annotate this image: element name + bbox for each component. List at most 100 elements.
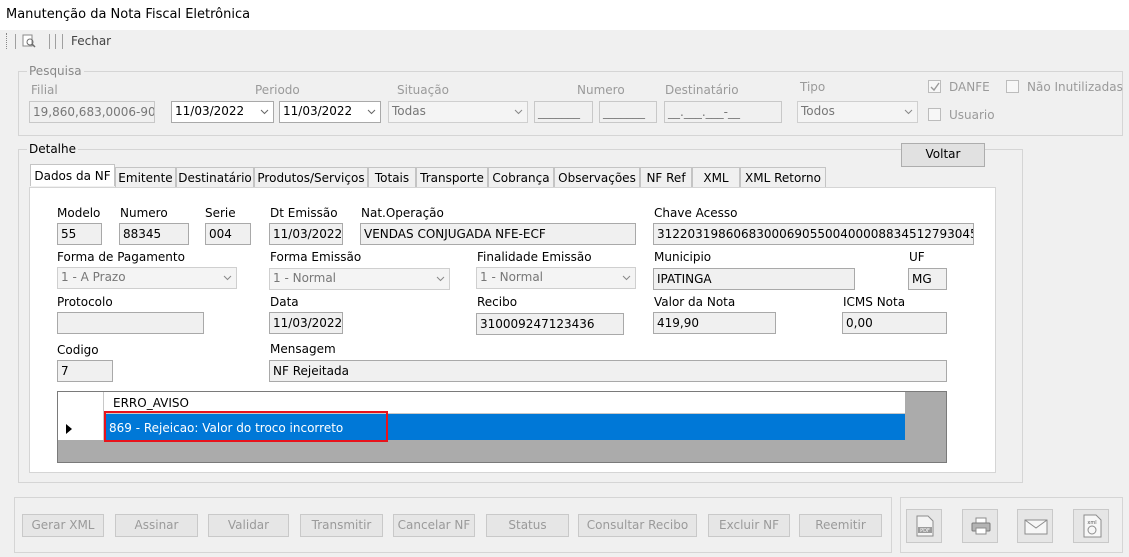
preview-icon[interactable] (22, 34, 36, 48)
valor-nota-label: Valor da Nota (654, 295, 736, 309)
municipio-field[interactable]: IPATINGA (653, 268, 855, 290)
municipio-label: Municipio (654, 250, 712, 264)
validar-button[interactable]: Validar (208, 514, 289, 537)
situacao-value: Todas (392, 104, 426, 118)
toolbar-separator (62, 34, 63, 49)
svg-text:xml: xml (1087, 520, 1096, 526)
serie-field[interactable]: 004 (205, 223, 251, 245)
data-label: Data (270, 295, 299, 309)
periodo-start-date[interactable]: 11/03/2022 (171, 101, 274, 123)
protocolo-label: Protocolo (57, 295, 113, 309)
tab-xml[interactable]: XML (692, 167, 740, 187)
protocolo-field[interactable] (57, 312, 204, 334)
xml-button[interactable]: xml (1073, 509, 1109, 543)
gerar-xml-button[interactable]: Gerar XML (22, 514, 104, 537)
forma-emissao-label: Forma Emissão (270, 250, 362, 264)
chevron-down-icon (367, 105, 376, 115)
toolbar-grip[interactable] (6, 33, 9, 49)
svg-text:PDF: PDF (920, 528, 930, 534)
recibo-field[interactable]: 310009247123436 (476, 313, 624, 335)
numero-label: Numero (120, 206, 168, 220)
assinar-button[interactable]: Assinar (115, 514, 198, 537)
codigo-field[interactable]: 7 (57, 360, 113, 382)
print-button[interactable] (962, 509, 998, 543)
tipo-select[interactable]: Todos (797, 101, 918, 123)
cancelar-nf-button[interactable]: Cancelar NF (393, 514, 475, 537)
filial-field[interactable]: 19,860,683,0006-90 (29, 101, 155, 123)
toolbar-separator (55, 34, 56, 49)
close-button[interactable]: Fechar (71, 34, 111, 48)
chevron-down-icon (260, 105, 269, 115)
tab-destinatario[interactable]: Destinatário (176, 167, 254, 187)
tipo-label: Tipo (800, 80, 826, 94)
email-button[interactable] (1017, 509, 1053, 543)
transmitir-button[interactable]: Transmitir (300, 514, 383, 537)
xml-icon: xml (1081, 514, 1103, 541)
numero-to-field[interactable]: _______ (599, 101, 657, 123)
periodo-end-value: 11/03/2022 (283, 104, 353, 118)
forma-emissao-select[interactable]: 1 - Normal (269, 268, 450, 290)
situacao-select[interactable]: Todas (388, 101, 528, 123)
nat-operacao-field[interactable]: VENDAS CONJUGADA NFE-ECF (360, 223, 636, 245)
finalidade-emissao-value: 1 - Normal (480, 270, 544, 284)
icms-nota-label: ICMS Nota (843, 295, 906, 309)
reemitir-button[interactable]: Reemitir (799, 514, 882, 537)
toolbar-separator (15, 34, 16, 49)
numero-field[interactable]: 88345 (119, 223, 189, 245)
usuario-checkbox[interactable] (928, 108, 941, 121)
uf-field[interactable]: MG (908, 268, 947, 290)
periodo-end-date[interactable]: 11/03/2022 (279, 101, 381, 123)
nao-inutilizadas-label: Não Inutilizadas (1027, 80, 1123, 94)
tab-observacoes[interactable]: Observações (554, 167, 640, 187)
tab-cobranca[interactable]: Cobrança (488, 167, 554, 187)
forma-emissao-value: 1 - Normal (273, 271, 337, 285)
voltar-button[interactable]: Voltar (901, 143, 985, 167)
tab-totais[interactable]: Totais (368, 167, 416, 187)
chevron-down-icon (436, 272, 445, 282)
nat-operacao-label: Nat.Operação (361, 206, 444, 220)
numero-from-field[interactable]: _______ (534, 101, 593, 123)
forma-pagamento-select[interactable]: 1 - A Prazo (57, 267, 237, 289)
tab-transporte[interactable]: Transporte (416, 167, 488, 187)
chevron-down-icon (904, 105, 913, 115)
periodo-start-value: 11/03/2022 (175, 104, 245, 118)
usuario-label: Usuario (949, 108, 995, 122)
tab-dados-da-nf[interactable]: Dados da NF (30, 164, 115, 186)
forma-pagamento-value: 1 - A Prazo (61, 270, 126, 284)
modelo-field[interactable]: 55 (57, 223, 102, 245)
mensagem-field[interactable]: NF Rejeitada (269, 360, 947, 382)
window-title: Manutenção da Nota Fiscal Eletrônica (6, 7, 251, 22)
tab-nf-ref[interactable]: NF Ref (640, 167, 692, 187)
tab-produtos-servicos[interactable]: Produtos/Serviços (254, 167, 368, 187)
excluir-nf-button[interactable]: Excluir NF (708, 514, 790, 537)
numero-filter-label: Numero (577, 83, 625, 97)
finalidade-emissao-label: Finalidade Emissão (477, 250, 592, 264)
destinatario-filter-label: Destinatário (665, 83, 739, 97)
email-icon (1024, 519, 1048, 538)
tab-emitente[interactable]: Emitente (115, 167, 176, 187)
pesquisa-group: Pesquisa (18, 64, 1123, 136)
nao-inutilizadas-checkbox[interactable] (1006, 80, 1019, 93)
consultar-recibo-button[interactable]: Consultar Recibo (578, 514, 697, 537)
uf-label: UF (909, 250, 925, 264)
valor-nota-field[interactable]: 419,90 (653, 312, 776, 334)
pdf-button[interactable]: PDF (906, 509, 942, 543)
periodo-label: Periodo (255, 83, 300, 97)
chave-acesso-field[interactable]: 3122031986068300069055004000088345127930… (653, 223, 974, 245)
toolbar (0, 30, 1129, 54)
chave-acesso-label: Chave Acesso (654, 206, 738, 220)
finalidade-emissao-select[interactable]: 1 - Normal (476, 267, 636, 289)
danfe-label: DANFE (949, 80, 990, 94)
chevron-down-icon (514, 105, 523, 115)
toolbar-separator (49, 34, 50, 49)
danfe-checkbox[interactable] (928, 80, 941, 93)
status-button[interactable]: Status (486, 514, 569, 537)
serie-label: Serie (205, 206, 236, 220)
tab-xml-retorno[interactable]: XML Retorno (740, 167, 826, 187)
dt-emissao-field[interactable]: 11/03/2022 (269, 223, 343, 245)
data-field[interactable]: 11/03/2022 (269, 312, 343, 334)
grid-column-erro-aviso[interactable]: ERRO_AVISO (113, 396, 189, 410)
icms-nota-field[interactable]: 0,00 (842, 312, 947, 334)
filial-label: Filial (31, 83, 58, 97)
destinatario-field[interactable]: __.___.___-__ (664, 101, 782, 123)
